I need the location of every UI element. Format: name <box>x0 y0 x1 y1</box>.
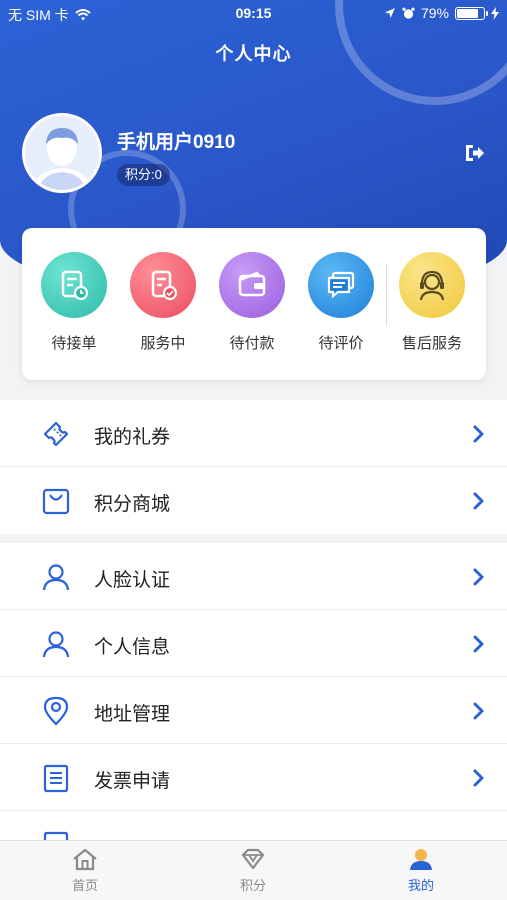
home-icon <box>73 848 97 871</box>
tab-bar: 首页 积分 我的 <box>0 840 507 900</box>
profile-icon <box>410 849 432 870</box>
menu-label: 人脸认证 <box>94 570 171 591</box>
menu-item-invoice[interactable]: 发票申请 <box>0 744 507 811</box>
user-icon <box>42 564 70 591</box>
menu-label: 个人信息 <box>94 637 171 658</box>
tab-label: 首页 <box>71 878 98 893</box>
username: 手机用户0910 <box>117 132 236 153</box>
points-badge[interactable]: 积分:0 <box>117 164 170 186</box>
headset-agent-icon <box>399 252 465 318</box>
chevron-right-icon <box>473 702 484 720</box>
invoice-icon <box>43 764 69 793</box>
logout-icon[interactable] <box>463 142 487 164</box>
tab-mine[interactable]: 我的 <box>381 847 461 894</box>
menu-label: 发票申请 <box>94 771 171 792</box>
diamond-icon <box>241 848 265 870</box>
order-after-sales[interactable]: 售后服务 <box>390 252 474 353</box>
menu-item-address[interactable]: 地址管理 <box>0 677 507 744</box>
order-pending-review[interactable]: 待评价 <box>301 252 381 353</box>
menu-item-personal-info[interactable]: 个人信息 <box>0 610 507 677</box>
location-pin-icon <box>43 696 69 726</box>
battery-percent: 79% <box>420 5 449 21</box>
order-label: 服务中 <box>140 335 186 352</box>
user-icon <box>42 631 70 658</box>
order-card: 待接单 服务中 待付款 待评价 售后服务 <box>22 228 486 380</box>
alarm-icon <box>402 7 415 19</box>
order-label: 待付款 <box>229 335 275 352</box>
menu-item-points-mall[interactable]: 积分商城 <box>0 467 507 534</box>
document-check-icon <box>130 252 196 318</box>
tab-label: 我的 <box>407 878 434 893</box>
menu-group-account: 人脸认证 个人信息 地址管理 发票申请 <box>0 543 507 840</box>
chevron-right-icon <box>473 635 484 653</box>
comment-icon <box>308 252 374 318</box>
tab-home[interactable]: 首页 <box>45 847 125 894</box>
shopping-bag-icon <box>42 488 70 515</box>
chevron-right-icon <box>473 769 484 787</box>
document-icon <box>43 831 69 840</box>
menu-item-partial[interactable] <box>0 811 507 840</box>
card-divider <box>386 264 387 326</box>
order-pending-payment[interactable]: 待付款 <box>212 252 292 353</box>
status-bar: 无 SIM 卡 09:15 79% <box>0 0 507 28</box>
menu-label: 积分商城 <box>94 494 171 515</box>
order-label: 待评价 <box>318 335 364 352</box>
order-in-service[interactable]: 服务中 <box>123 252 203 353</box>
order-pending-accept[interactable]: 待接单 <box>34 252 114 353</box>
wallet-icon <box>219 252 285 318</box>
chevron-right-icon <box>473 492 484 510</box>
tab-label: 积分 <box>239 878 266 893</box>
clipboard-clock-icon <box>41 252 107 318</box>
menu-group-rewards: 我的礼券 积分商城 <box>0 400 507 534</box>
ticket-icon <box>43 421 69 447</box>
menu-item-face-verification[interactable]: 人脸认证 <box>0 543 507 610</box>
order-label: 待接单 <box>51 335 97 352</box>
location-arrow-icon <box>384 8 395 18</box>
chevron-right-icon <box>473 568 484 586</box>
menu-item-coupons[interactable]: 我的礼券 <box>0 400 507 467</box>
tab-points[interactable]: 积分 <box>213 847 293 894</box>
charging-icon <box>491 6 499 20</box>
avatar[interactable] <box>22 113 102 193</box>
page-title: 个人中心 <box>215 44 292 64</box>
menu-label: 我的礼券 <box>94 427 171 448</box>
battery-icon <box>455 6 488 20</box>
menu-label: 地址管理 <box>94 704 171 725</box>
order-label: 售后服务 <box>401 335 462 352</box>
chevron-right-icon <box>473 425 484 443</box>
